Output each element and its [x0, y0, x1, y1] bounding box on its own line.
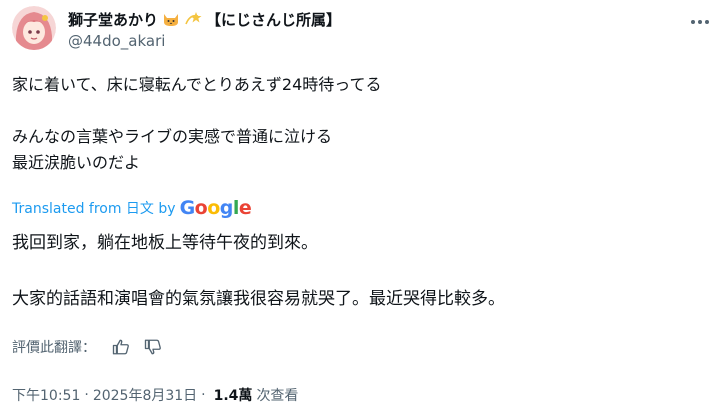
translated-from-label[interactable]: Translated from 日文 by: [12, 198, 176, 218]
views-count[interactable]: 1.4萬: [214, 385, 253, 405]
avatar[interactable]: [12, 6, 56, 50]
cat-face-icon: [162, 10, 180, 28]
rate-translation-label: 評價此翻譯：: [12, 340, 96, 356]
display-name[interactable]: 獅子堂あかり: [68, 9, 158, 30]
affiliation-tag[interactable]: 【にじさんじ所属】: [206, 9, 341, 30]
tweet-header: 獅子堂あかり 【にじさんじ所属】 @44do_akari: [12, 6, 715, 58]
handle[interactable]: @44do_akari: [68, 32, 341, 50]
thumbs-down-icon: [144, 339, 161, 355]
more-dots-icon: [691, 20, 709, 24]
meta-separator: ·: [84, 387, 89, 403]
thumbs-down-button[interactable]: [140, 334, 166, 360]
views-label: 次查看: [256, 388, 299, 404]
thumbs-up-icon: [112, 339, 129, 355]
tweet-date[interactable]: 2025年8月31日: [93, 385, 197, 405]
more-options-button[interactable]: [685, 10, 715, 34]
thumbs-up-button[interactable]: [108, 334, 134, 360]
tweet-meta: 下午10:51 · 2025年8月31日 · 1.4萬 次查看: [12, 384, 298, 406]
meta-separator: ·: [201, 387, 206, 403]
rate-translation: 評價此翻譯：: [12, 334, 166, 360]
tweet-original-text: 家に着いて、床に寝転んでとりあえず24時待ってる みんなの言葉やライブの実感で普…: [12, 75, 382, 172]
tweet-translation-text: 我回到家，躺在地板上等待午夜的到來。 大家的話語和演唱會的氣氛讓我很容易就哭了。…: [12, 233, 505, 309]
google-logo: Google: [179, 197, 252, 219]
translation-attribution[interactable]: Translated from 日文 by Google: [12, 196, 252, 220]
tweet-time[interactable]: 下午10:51: [12, 385, 80, 405]
dizzy-star-icon: [184, 10, 202, 28]
